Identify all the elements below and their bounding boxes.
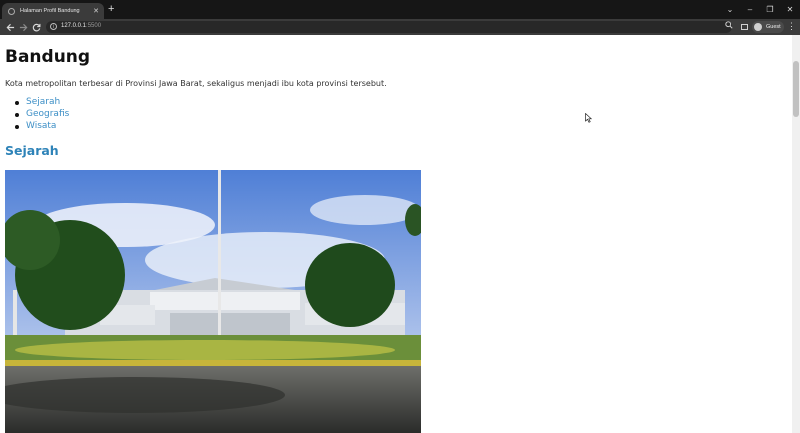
new-tab-button[interactable]: + [108,4,114,15]
forward-button[interactable] [17,21,29,33]
close-window-button[interactable]: ✕ [780,0,800,19]
browser-toolbar: i 127.0.0.1:5500 Guest ⋮ [0,19,800,35]
restore-button[interactable]: ❐ [760,0,780,19]
scrollbar-thumb[interactable] [793,61,799,117]
reload-icon [32,23,40,31]
tab-close-icon[interactable]: ✕ [93,8,99,15]
nav-list: Sejarah Geografis Wisata [5,97,69,133]
address-bar[interactable]: i 127.0.0.1:5500 [46,21,732,33]
minimize-button[interactable]: – [740,0,760,19]
page-description: Kota metropolitan terbesar di Provinsi J… [5,79,387,88]
back-button[interactable] [4,21,16,33]
nav-link-geografis[interactable]: Geografis [5,109,69,121]
reload-button[interactable] [30,21,42,33]
side-panel-icon[interactable] [741,24,748,30]
page-title: Bandung [5,47,91,67]
browser-window: Halaman Profil Bandung ✕ + ⌄ – ❐ ✕ i 127… [0,0,800,433]
tab-strip: Halaman Profil Bandung ✕ + ⌄ – ❐ ✕ [0,0,800,19]
tab-search-button[interactable]: ⌄ [720,0,740,19]
profile-label: Guest [766,24,781,30]
nav-link-wisata[interactable]: Wisata [5,121,69,133]
profile-button[interactable]: Guest [752,21,784,33]
address-url: 127.0.0.1:5500 [61,23,102,29]
section-heading: Sejarah [5,143,59,158]
globe-icon [8,7,15,15]
browser-tab[interactable]: Halaman Profil Bandung ✕ [2,3,104,19]
avatar [754,23,762,31]
arrow-left-icon [6,23,14,31]
zoom-icon[interactable] [725,21,733,31]
arrow-right-icon [19,23,27,31]
page-viewport: Bandung Kota metropolitan terbesar di Pr… [0,35,792,433]
gedung-sate-photo [5,170,421,433]
page-scrollbar[interactable] [792,35,800,433]
kebab-menu-icon[interactable]: ⋮ [787,21,796,31]
info-icon[interactable]: i [50,23,57,30]
nav-link-sejarah[interactable]: Sejarah [5,97,69,109]
window-controls: ⌄ – ❐ ✕ [720,0,800,19]
tab-title: Halaman Profil Bandung [20,8,80,14]
mouse-cursor-icon [585,113,592,123]
